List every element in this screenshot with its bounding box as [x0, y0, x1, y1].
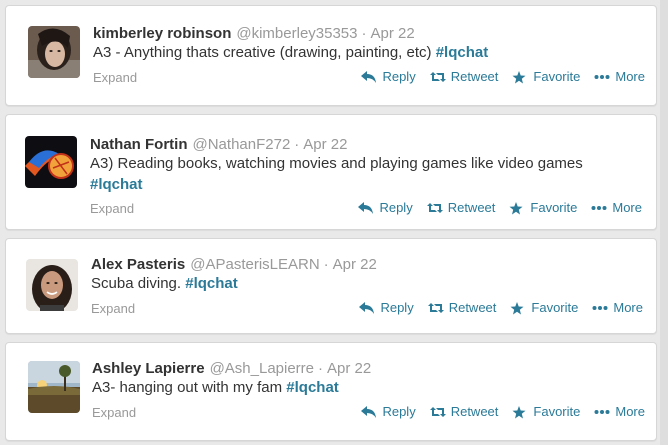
avatar[interactable] — [25, 136, 77, 188]
retweet-label: Retweet — [450, 69, 499, 84]
more-dots-icon — [592, 302, 608, 314]
expand-link[interactable]: Expand — [93, 70, 137, 85]
tweet-card[interactable]: Nathan Fortin @NathanF272 · Apr 22 A3) Read… — [5, 114, 657, 230]
tweet-actions: Reply Retweet Favorite More — [358, 200, 642, 215]
reply-label: Reply — [382, 404, 416, 419]
tweet-text: A3) Reading books, watching movies and p… — [90, 153, 638, 195]
avatar[interactable] — [28, 361, 80, 413]
retweet-label: Retweet — [448, 300, 497, 315]
avatar-flaming-ball-icon — [25, 136, 77, 188]
more-label: More — [615, 404, 645, 419]
favorite-button[interactable]: Favorite — [512, 69, 580, 84]
reply-label: Reply — [379, 200, 413, 215]
more-dots-icon — [591, 202, 607, 214]
avatar[interactable] — [28, 26, 80, 78]
more-label: More — [615, 69, 645, 84]
reply-icon — [358, 201, 374, 214]
retweet-icon — [427, 302, 444, 314]
more-button[interactable]: More — [594, 69, 645, 84]
favorite-label: Favorite — [530, 200, 578, 215]
tweet-actions: Reply Retweet Favorite More — [361, 69, 645, 84]
expand-link[interactable]: Expand — [91, 301, 135, 316]
reply-label: Reply — [382, 69, 416, 84]
avatar-woman-dark-hair-icon — [28, 26, 80, 78]
tweet-date[interactable]: Apr 22 — [333, 256, 377, 273]
star-icon — [509, 201, 525, 214]
hashtag-link[interactable]: #lqchat — [185, 275, 238, 292]
reply-button[interactable]: Reply — [358, 200, 413, 215]
author-handle[interactable]: @Ash_Lapierre — [210, 360, 314, 377]
hashtag-link[interactable]: #lqchat — [90, 176, 143, 193]
tweet-text: A3 - Anything thats creative (drawing, p… — [93, 42, 633, 63]
author-name[interactable]: Ashley Lapierre — [92, 360, 205, 377]
tweet-card[interactable]: Ashley Lapierre @Ash_Lapierre · Apr 22 A3- … — [5, 342, 657, 441]
tweet-card[interactable]: kimberley robinson @kimberley35353 · Apr 22… — [5, 5, 657, 106]
reply-button[interactable]: Reply — [359, 300, 414, 315]
more-button[interactable]: More — [592, 300, 643, 315]
tweet-text: A3- hanging out with my fam #lqchat — [92, 377, 632, 398]
expand-link[interactable]: Expand — [92, 405, 136, 420]
more-dots-icon — [594, 406, 610, 418]
reply-label: Reply — [380, 300, 414, 315]
tweet-card[interactable]: Alex Pasteris @APasterisLEARN · Apr 22 Scub… — [5, 238, 657, 334]
retweet-icon — [429, 71, 446, 83]
more-label: More — [613, 300, 643, 315]
hashtag-link[interactable]: #lqchat — [286, 379, 339, 396]
retweet-icon — [429, 406, 446, 418]
author-handle[interactable]: @NathanF272 — [193, 136, 291, 153]
avatar-woman-portrait-icon — [26, 259, 78, 311]
retweet-button[interactable]: Retweet — [429, 404, 499, 419]
reply-icon — [361, 405, 377, 418]
tweet-body: A3) Reading books, watching movies and p… — [90, 155, 583, 172]
hashtag-link[interactable]: #lqchat — [436, 44, 489, 61]
favorite-button[interactable]: Favorite — [512, 404, 580, 419]
separator: · — [318, 360, 324, 377]
separator: · — [294, 136, 300, 153]
reply-icon — [359, 301, 375, 314]
reply-button[interactable]: Reply — [361, 404, 416, 419]
retweet-icon — [426, 202, 443, 214]
scroll-edge — [660, 0, 668, 445]
more-label: More — [612, 200, 642, 215]
star-icon — [510, 301, 526, 314]
retweet-button[interactable]: Retweet — [429, 69, 499, 84]
separator: · — [323, 256, 329, 273]
author-handle[interactable]: @kimberley35353 — [236, 25, 357, 42]
avatar[interactable] — [26, 259, 78, 311]
favorite-label: Favorite — [533, 69, 581, 84]
separator: · — [361, 25, 367, 42]
reply-button[interactable]: Reply — [361, 69, 416, 84]
expand-link[interactable]: Expand — [90, 201, 134, 216]
more-button[interactable]: More — [591, 200, 642, 215]
star-icon — [512, 405, 528, 418]
more-button[interactable]: More — [594, 404, 645, 419]
tweet-date[interactable]: Apr 22 — [327, 360, 371, 377]
author-name[interactable]: Alex Pasteris — [91, 256, 185, 273]
tweet-actions: Reply Retweet Favorite More — [361, 404, 645, 419]
tweet-date[interactable]: Apr 22 — [303, 136, 347, 153]
more-dots-icon — [594, 71, 610, 83]
tweet-body: Scuba diving. — [91, 275, 186, 292]
tweet-date[interactable]: Apr 22 — [371, 25, 415, 42]
retweet-label: Retweet — [450, 404, 499, 419]
reply-icon — [361, 70, 377, 83]
favorite-label: Favorite — [533, 404, 581, 419]
tweet-text: Scuba diving. #lqchat — [91, 273, 631, 294]
tweet-body: A3 - Anything thats creative (drawing, p… — [93, 44, 436, 61]
favorite-label: Favorite — [531, 300, 579, 315]
author-name[interactable]: kimberley robinson — [93, 25, 231, 42]
author-handle[interactable]: @APasterisLEARN — [190, 256, 319, 273]
favorite-button[interactable]: Favorite — [509, 200, 577, 215]
favorite-button[interactable]: Favorite — [510, 300, 578, 315]
star-icon — [512, 70, 528, 83]
tweet-actions: Reply Retweet Favorite More — [359, 300, 643, 315]
author-name[interactable]: Nathan Fortin — [90, 136, 188, 153]
avatar-landscape-sunset-icon — [28, 361, 80, 413]
tweet-body: A3- hanging out with my fam — [92, 379, 287, 396]
retweet-label: Retweet — [447, 200, 496, 215]
retweet-button[interactable]: Retweet — [427, 300, 497, 315]
retweet-button[interactable]: Retweet — [426, 200, 496, 215]
